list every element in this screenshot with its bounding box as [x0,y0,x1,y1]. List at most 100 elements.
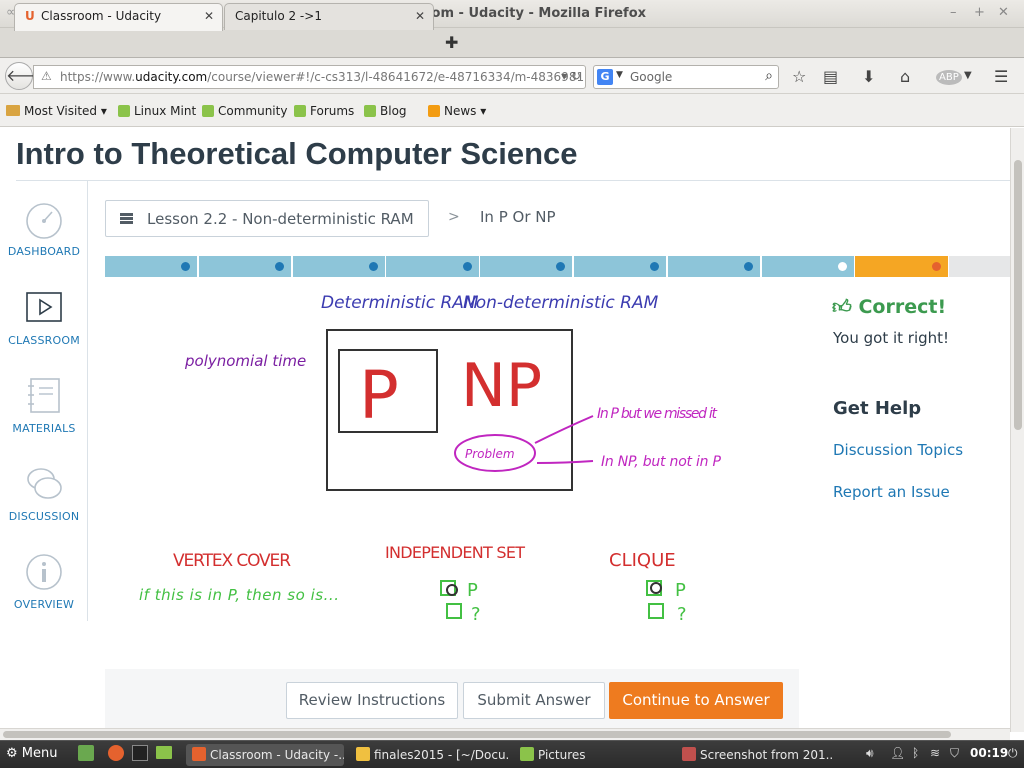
scroll-thumb[interactable] [3,731,951,738]
shield-icon[interactable]: ⛉ [950,746,959,761]
url-field[interactable]: ⚠ https://www.udacity.com/course/viewer#… [33,65,586,89]
label-green-note: if this is in P, then so is... [139,586,339,604]
files-launcher-icon[interactable] [156,746,172,759]
maximize-icon[interactable]: + [974,5,985,20]
submit-answer-button[interactable]: Submit Answer [463,682,605,719]
report-issue-link[interactable]: Report an Issue [833,483,950,501]
lesson-menu-button[interactable]: Lesson 2.2 - Non-deterministic RAM [105,200,429,237]
back-button[interactable]: 🡐 [5,62,49,90]
start-menu-button[interactable]: ⚙ Menu [6,746,58,761]
progress-segment[interactable] [855,256,948,277]
engine-dropdown-icon[interactable]: ▼ [616,70,623,80]
bookmark-news[interactable]: News ▾ [428,104,486,118]
horizontal-scrollbar[interactable] [0,728,1010,740]
bluetooth-icon[interactable]: ᛒ [912,746,919,760]
tab-label: Capitulo 2 ->1 [235,9,322,23]
progress-segment[interactable] [761,256,854,277]
minimize-icon[interactable]: – [950,5,957,20]
task-screenshot[interactable]: Screenshot from 201... [676,744,832,766]
progress-segment[interactable] [574,256,667,277]
url-path: /course/viewer#!/c-cs313/l-48641672/e-48… [207,70,586,84]
show-desktop-icon[interactable] [78,745,94,761]
bookmark-community[interactable]: Community [202,104,287,118]
hamburger-menu-icon[interactable]: ☰ [994,67,1008,86]
progress-dot [181,262,191,271]
task-pictures[interactable]: Pictures [514,744,664,766]
mint-icon [118,105,130,117]
progress-segment[interactable] [480,256,573,277]
tab-close-icon[interactable]: ✕ [204,9,214,23]
firefox-launcher-icon[interactable] [108,745,124,761]
sidebar-item-label: OVERVIEW [13,598,75,611]
bookmark-label: Blog [380,104,407,118]
scroll-thumb[interactable] [1014,160,1022,430]
label-problem: Problem [465,447,515,461]
bookmark-blog[interactable]: Blog [364,104,407,118]
bookmark-most-visited[interactable]: Most Visited ▾ [6,104,107,118]
bookmark-label: Community [218,104,288,118]
adblock-dropdown-icon[interactable]: ▼ [964,70,972,81]
tab-close-icon[interactable]: ✕ [415,9,425,23]
gauge-icon [26,203,62,239]
search-icon[interactable]: ⌕ [765,68,773,84]
url-dropdown-reload-icon[interactable]: ▾ ↻ [561,69,581,83]
close-window-icon[interactable]: ✕ [998,5,1009,20]
label-np: NP [461,351,542,421]
sidebar-item-discussion[interactable]: DISCUSSION [0,464,88,523]
progress-segment[interactable] [198,256,292,277]
warning-icon: ⚠ [41,69,52,83]
discussion-topics-link[interactable]: Discussion Topics [833,441,963,459]
google-engine-icon[interactable]: G [597,69,613,85]
bookmark-star-icon[interactable]: ☆ [792,67,806,86]
whiteboard-drawing: Deterministic RAM Non-deterministic RAM … [139,293,722,625]
system-taskbar: ⚙ Menu Classroom - Udacity -... finales2… [0,740,1024,768]
progress-segment[interactable] [292,256,385,277]
progress-segment[interactable] [105,256,198,277]
progress-dot [744,262,754,271]
volume-icon[interactable]: 🔊︎ [866,746,874,761]
adblock-icon[interactable]: ABP [936,70,962,85]
sidebar-item-classroom[interactable]: CLASSROOM [0,288,88,347]
progress-segment[interactable] [667,256,761,277]
bookmark-forums[interactable]: Forums [294,104,354,118]
bookmark-label: Linux Mint [134,104,197,118]
review-instructions-button[interactable]: Review Instructions [286,682,458,719]
bookmark-label: Forums [310,104,355,118]
choice-circle [650,582,662,594]
tab-capitulo[interactable]: Capitulo 2 ->1 ✕ [224,3,434,30]
sidebar-item-label: MATERIALS [12,422,76,435]
tab-label: Classroom - Udacity [41,9,162,23]
sidebar-item-dashboard[interactable]: DASHBOARD [0,199,88,258]
tab-classroom[interactable]: U Classroom - Udacity ✕ [14,3,223,31]
bookmark-linux-mint[interactable]: Linux Mint [118,104,196,118]
checkbox-unknown [446,603,462,619]
progress-segment[interactable] [949,256,1010,277]
power-icon[interactable]: ⏻ [1008,746,1018,761]
reading-list-icon[interactable]: ▤ [823,67,838,86]
sidebar-item-label: DISCUSSION [8,510,80,523]
continue-to-answer-button[interactable]: Continue to Answer [609,682,783,719]
label-p: P [359,357,399,434]
sidebar-item-overview[interactable]: OVERVIEW [0,552,88,611]
quiz-action-bar: Review Instructions Submit Answer Contin… [105,669,799,732]
task-label: Classroom - Udacity -... [210,748,344,762]
mark-question: ? [677,604,687,625]
vertical-scrollbar[interactable] [1010,128,1024,732]
task-editor[interactable]: finales2015 - [~/Docu... [350,744,508,766]
sidebar-item-materials[interactable]: MATERIALS [0,376,88,435]
breadcrumb-separator: > [448,209,460,225]
progress-segment[interactable] [386,256,479,277]
url-domain: udacity.com [135,70,208,84]
arrow-1 [534,415,594,444]
home-icon[interactable]: ⌂ [900,67,910,86]
task-firefox[interactable]: Classroom - Udacity -... [186,744,344,766]
udacity-favicon-icon: U [25,9,35,23]
mark-p: P [675,580,686,601]
downloads-icon[interactable]: ⬇ [862,67,875,86]
terminal-launcher-icon[interactable] [132,745,148,761]
new-tab-icon[interactable]: ✚ [445,33,458,52]
lesson-video[interactable]: Deterministic RAM Non-deterministic RAM … [105,278,799,670]
search-field[interactable]: G ▼ Google ⌕ [593,65,779,89]
wifi-icon[interactable]: ≋ [930,746,940,760]
user-icon[interactable]: 👤︎ [890,746,905,760]
